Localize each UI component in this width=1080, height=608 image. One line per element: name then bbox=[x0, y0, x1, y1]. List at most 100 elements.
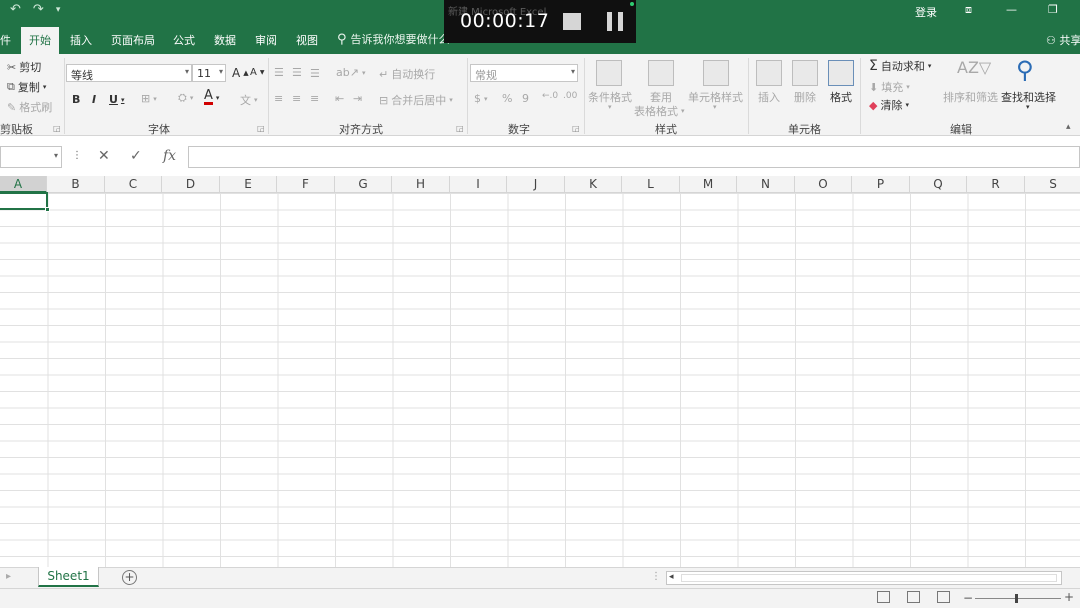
alignment-launcher-icon[interactable]: ◲ bbox=[456, 124, 464, 133]
sheet-nav-right-icon[interactable]: ▸ bbox=[6, 571, 11, 582]
column-header[interactable]: N bbox=[738, 176, 795, 193]
tab-file[interactable]: 件 bbox=[0, 32, 11, 48]
zoom-slider[interactable] bbox=[975, 594, 1061, 603]
insert-function-icon[interactable]: fx bbox=[163, 148, 176, 164]
column-header[interactable]: Q bbox=[910, 176, 967, 193]
column-header[interactable]: P bbox=[853, 176, 910, 193]
number-format-select[interactable]: 常规 ▾ bbox=[470, 64, 578, 82]
font-launcher-icon[interactable]: ◲ bbox=[257, 124, 265, 133]
copy-button[interactable]: ⧉ 复制 ▾ bbox=[7, 79, 46, 95]
column-header[interactable]: B bbox=[48, 176, 105, 193]
align-right-button[interactable]: ≡ bbox=[310, 92, 319, 105]
format-as-table-button-2[interactable]: 表格格式 ▾ bbox=[634, 103, 685, 119]
merge-center-button[interactable]: ⊟ 合并后居中 ▾ bbox=[379, 92, 453, 108]
clear-button[interactable]: ◆ 清除 ▾ bbox=[869, 97, 909, 113]
orientation-button[interactable]: ab↗ ▾ bbox=[336, 66, 365, 79]
increase-indent-button[interactable]: ⇥ bbox=[353, 92, 362, 105]
top-align-button[interactable]: ☰ bbox=[274, 66, 284, 79]
column-header[interactable]: I bbox=[450, 176, 507, 193]
sign-in-link[interactable]: 登录 bbox=[915, 4, 937, 20]
column-header[interactable]: M bbox=[680, 176, 737, 193]
cancel-icon[interactable]: ✕ bbox=[98, 148, 110, 164]
column-header[interactable]: C bbox=[105, 176, 162, 193]
column-header[interactable]: J bbox=[508, 176, 565, 193]
zoom-in-icon[interactable]: + bbox=[1064, 590, 1074, 604]
minimize-icon[interactable]: — bbox=[1006, 3, 1017, 16]
formula-input[interactable] bbox=[188, 146, 1080, 168]
column-header[interactable]: G bbox=[335, 176, 392, 193]
wrap-text-button[interactable]: ↵ 自动换行 bbox=[379, 66, 435, 82]
normal-view-icon[interactable] bbox=[877, 591, 890, 603]
tab-insert[interactable]: 插入 bbox=[70, 32, 92, 48]
delete-cells-button[interactable]: 删除 bbox=[794, 89, 816, 105]
font-color-button[interactable]: A ▾ bbox=[204, 89, 219, 105]
tab-view[interactable]: 视图 bbox=[296, 32, 318, 48]
tell-me-search[interactable]: ⚲ 告诉我你想要做什么 bbox=[337, 31, 450, 47]
underline-button[interactable]: U ▾ bbox=[109, 93, 124, 106]
fill-handle[interactable] bbox=[45, 207, 50, 212]
align-center-button[interactable]: ≡ bbox=[292, 92, 301, 105]
scroll-left-icon[interactable]: ◂ bbox=[669, 572, 674, 582]
splitter-icon[interactable]: ⋮ bbox=[651, 571, 661, 582]
bottom-align-button[interactable]: ☰ bbox=[310, 67, 320, 80]
redo-icon[interactable]: ↷ bbox=[33, 2, 44, 17]
page-break-view-icon[interactable] bbox=[937, 591, 950, 603]
tab-page-layout[interactable]: 页面布局 bbox=[111, 32, 155, 48]
column-header[interactable]: F bbox=[278, 176, 335, 193]
column-header[interactable]: A bbox=[0, 176, 47, 193]
increase-decimal-button[interactable]: ←.0 bbox=[542, 91, 558, 101]
increase-font-size-button[interactable]: A ▲ bbox=[232, 66, 249, 80]
borders-button[interactable]: ⊞ ▾ bbox=[141, 92, 157, 105]
clipboard-launcher-icon[interactable]: ◲ bbox=[53, 124, 61, 133]
stop-recording-icon[interactable] bbox=[563, 13, 581, 30]
enter-icon[interactable]: ✓ bbox=[130, 148, 142, 164]
customize-qat-icon[interactable]: ▾ bbox=[56, 5, 61, 17]
bold-button[interactable]: B bbox=[72, 93, 80, 106]
tab-formulas[interactable]: 公式 bbox=[173, 32, 195, 48]
share-button[interactable]: ⚇ 共享 bbox=[1046, 32, 1080, 48]
column-header[interactable]: L bbox=[623, 176, 680, 193]
format-painter-button[interactable]: ✎ 格式刷 bbox=[7, 99, 52, 115]
column-header[interactable]: R bbox=[968, 176, 1025, 193]
worksheet-grid[interactable] bbox=[0, 193, 1080, 567]
cut-button[interactable]: ✂ 剪切 bbox=[7, 59, 41, 75]
font-size-select[interactable]: 11 ▾ bbox=[192, 64, 226, 82]
autosum-button[interactable]: Σ 自动求和 ▾ bbox=[869, 58, 931, 74]
percent-style-button[interactable]: % bbox=[502, 92, 512, 105]
column-header[interactable]: O bbox=[795, 176, 852, 193]
zoom-slider-knob[interactable] bbox=[1015, 594, 1018, 603]
column-header[interactable]: H bbox=[393, 176, 450, 193]
accounting-format-button[interactable]: $ ▾ bbox=[474, 92, 488, 105]
sort-filter-button[interactable]: 排序和筛选 bbox=[943, 89, 998, 105]
column-header[interactable]: D bbox=[163, 176, 220, 193]
decrease-decimal-button[interactable]: .00 bbox=[563, 91, 577, 101]
column-header[interactable]: E bbox=[220, 176, 277, 193]
sheet-tab[interactable]: Sheet1 bbox=[38, 567, 99, 587]
fill-button[interactable]: ⬇ 填充 ▾ bbox=[869, 79, 910, 95]
tab-review[interactable]: 审阅 bbox=[255, 32, 277, 48]
restore-icon[interactable]: ❐ bbox=[1048, 3, 1058, 16]
middle-align-button[interactable]: ☰ bbox=[292, 66, 302, 79]
scrollbar-thumb[interactable] bbox=[681, 574, 1057, 582]
decrease-indent-button[interactable]: ⇤ bbox=[335, 92, 344, 105]
italic-button[interactable]: I bbox=[92, 93, 96, 106]
tab-data[interactable]: 数据 bbox=[214, 32, 236, 48]
page-layout-view-icon[interactable] bbox=[907, 591, 920, 603]
comma-style-button[interactable]: 9 bbox=[522, 92, 529, 105]
insert-cells-button[interactable]: 插入 bbox=[758, 89, 780, 105]
column-header[interactable]: K bbox=[565, 176, 622, 193]
undo-icon[interactable]: ↶ bbox=[10, 2, 21, 17]
zoom-out-icon[interactable]: − bbox=[963, 591, 973, 605]
number-launcher-icon[interactable]: ◲ bbox=[572, 124, 580, 133]
add-sheet-icon[interactable]: + bbox=[122, 570, 137, 585]
ribbon-display-options-icon[interactable]: ⧈ bbox=[965, 3, 972, 17]
align-left-button[interactable]: ≡ bbox=[274, 92, 283, 105]
fill-color-button[interactable]: ⛭ ▾ bbox=[178, 91, 193, 105]
active-cell[interactable] bbox=[0, 192, 50, 212]
format-cells-button[interactable]: 格式 bbox=[830, 89, 852, 105]
column-header[interactable]: S bbox=[1025, 176, 1080, 193]
horizontal-scrollbar[interactable]: ◂ bbox=[666, 571, 1062, 585]
tab-home[interactable]: 开始 bbox=[21, 27, 59, 54]
pause-recording-icon[interactable] bbox=[607, 12, 625, 31]
font-name-select[interactable]: 等线 ▾ bbox=[66, 64, 192, 82]
